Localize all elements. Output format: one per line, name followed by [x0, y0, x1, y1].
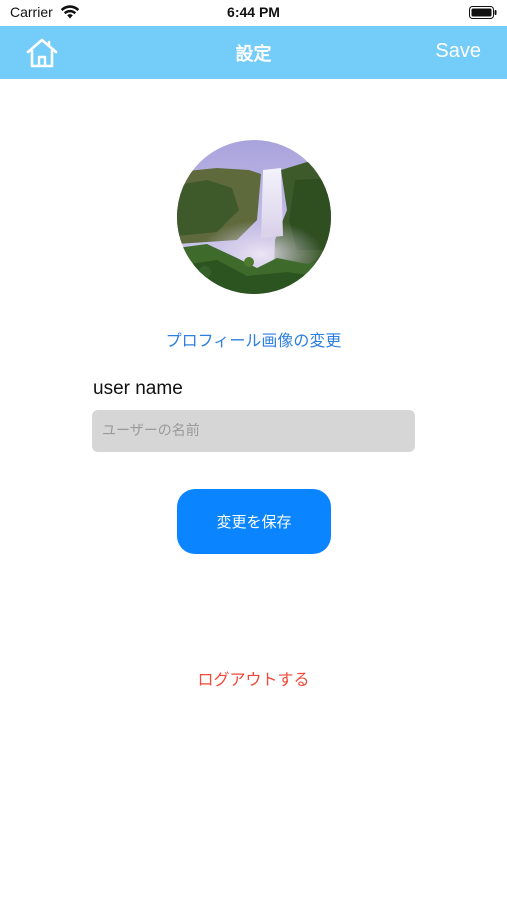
settings-screen: Carrier 6:44 PM 設定 Save プロフィール画像の変更 user… — [0, 0, 507, 900]
waterfall-photo — [177, 140, 331, 294]
nav-bar: 設定 Save — [0, 26, 507, 79]
save-changes-button[interactable]: 変更を保存 — [177, 489, 331, 554]
battery-full-icon — [469, 6, 497, 19]
username-label: user name — [93, 378, 183, 399]
change-profile-image-link[interactable]: プロフィール画像の変更 — [0, 327, 507, 351]
save-button[interactable]: Save — [435, 40, 481, 63]
status-bar: Carrier 6:44 PM — [0, 0, 507, 26]
avatar[interactable] — [177, 140, 331, 294]
status-time: 6:44 PM — [227, 4, 280, 20]
page-title: 設定 — [235, 44, 272, 65]
logout-link[interactable]: ログアウトする — [0, 666, 507, 690]
username-input[interactable] — [92, 410, 415, 452]
